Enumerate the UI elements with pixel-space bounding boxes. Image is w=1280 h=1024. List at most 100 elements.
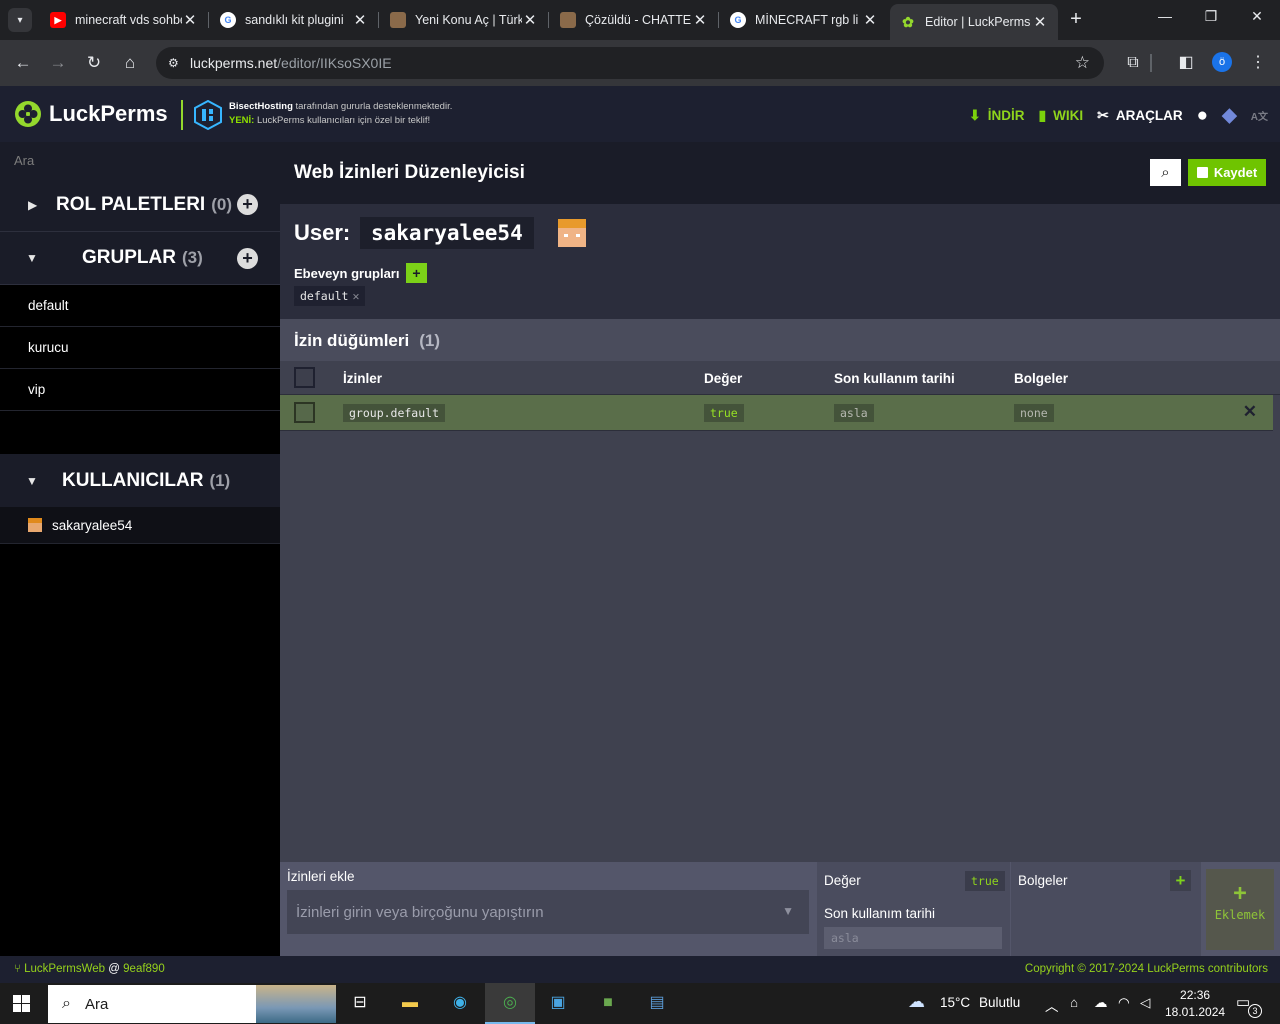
onedrive-icon[interactable]: ☁ xyxy=(1094,995,1108,1011)
weather-temp[interactable]: 15°C xyxy=(940,995,970,1010)
profile-avatar[interactable]: ö xyxy=(1212,52,1232,72)
permission-value[interactable]: true xyxy=(704,404,744,422)
edge-icon[interactable]: ◉ xyxy=(445,988,475,1018)
tab-google-1[interactable]: G sandıklı kit plugini ✕ xyxy=(210,4,378,36)
close-icon[interactable]: ✕ xyxy=(522,11,538,29)
user-label: User: xyxy=(294,220,351,245)
section-users[interactable]: ▼ KULLANICILAR (1) xyxy=(0,454,280,507)
system-clock[interactable]: 22:36 18.01.2024 xyxy=(1165,987,1225,1021)
section-role-palettes[interactable]: ▶ ROL PALETLERI (0) + xyxy=(0,178,280,232)
forward-icon[interactable]: → xyxy=(47,52,69,74)
github-link[interactable]: ● xyxy=(1197,105,1208,127)
bisecthosting-logo-icon[interactable] xyxy=(194,100,222,130)
permission-contexts[interactable]: none xyxy=(1014,404,1054,422)
task-view-icon[interactable]: ⊟ xyxy=(345,988,375,1018)
column-header-permission[interactable]: İzinler xyxy=(343,371,382,386)
extensions-icon[interactable]: ⧉ xyxy=(1122,52,1144,74)
wifi-icon[interactable]: ◠ xyxy=(1118,995,1130,1011)
close-icon[interactable]: ✕ xyxy=(1032,13,1048,31)
add-role-palette-icon[interactable]: + xyxy=(237,194,258,215)
close-icon[interactable]: ✕ xyxy=(352,11,368,29)
tab-search-button[interactable]: ▾ xyxy=(8,8,32,32)
close-icon[interactable]: ✕ xyxy=(692,11,708,29)
value-toggle[interactable]: true xyxy=(965,871,1005,891)
file-explorer-icon[interactable]: ▬ xyxy=(395,988,425,1018)
store-icon[interactable]: ▣ xyxy=(543,988,573,1018)
remove-icon[interactable]: ✕ xyxy=(352,289,359,303)
volume-icon[interactable]: ◁ xyxy=(1140,995,1150,1011)
reload-icon[interactable]: ↻ xyxy=(83,52,105,74)
windows-start-icon[interactable] xyxy=(13,995,30,1012)
add-permission-button[interactable]: + Eklemek xyxy=(1206,869,1274,950)
wiki-link[interactable]: ▮ WIKI xyxy=(1038,107,1083,124)
select-all-checkbox[interactable] xyxy=(294,367,315,388)
delete-row-icon[interactable]: ✕ xyxy=(1243,402,1257,422)
chrome-menu-icon[interactable]: ⋮ xyxy=(1247,52,1269,74)
permission-input[interactable]: İzinleri girin veya birçoğunu yapıştırın… xyxy=(287,890,809,934)
minimize-icon[interactable]: — xyxy=(1150,8,1180,24)
weather-text[interactable]: Bulutlu xyxy=(979,995,1020,1010)
tab-forum-2[interactable]: Çözüldü - CHATTE ✕ xyxy=(550,4,718,36)
permission-expiry[interactable]: asla xyxy=(834,404,874,422)
download-link[interactable]: ⬇ İNDİR xyxy=(969,107,1024,124)
language-link[interactable]: A文 xyxy=(1251,108,1268,123)
minecraft-icon[interactable]: ■ xyxy=(593,988,623,1018)
column-header-expiry[interactable]: Son kullanım tarihi xyxy=(834,371,955,386)
luckperms-logo-icon[interactable] xyxy=(14,100,42,128)
table-row[interactable]: group.default true asla none ✕ xyxy=(280,395,1273,431)
sidebar-item-user[interactable]: sakaryalee54 xyxy=(0,507,280,544)
tab-forum-1[interactable]: Yeni Konu Aç | Türkçe ✕ xyxy=(380,4,548,36)
brand-name[interactable]: LuckPerms xyxy=(49,101,168,127)
add-context-button[interactable]: + xyxy=(1170,870,1191,891)
search-icon: ⌕ xyxy=(1161,164,1170,181)
discord-link[interactable]: ◆ xyxy=(1222,104,1237,127)
cloud-icon[interactable]: ☁ xyxy=(908,992,925,1012)
tab-luckperms-active[interactable]: ✿ Editor | LuckPerms ✕ xyxy=(890,4,1058,40)
home-icon[interactable]: ⌂ xyxy=(119,52,141,74)
side-panel-icon[interactable]: ◧ xyxy=(1175,52,1197,74)
add-parent-button[interactable]: + xyxy=(406,263,427,283)
section-count: (0) xyxy=(211,194,232,214)
tab-youtube[interactable]: ▶ minecraft vds sohbet ✕ xyxy=(40,4,208,36)
sidebar-item-group[interactable]: default xyxy=(0,285,280,327)
header-nav: ⬇ İNDİR ▮ WIKI ✂ ARAÇLAR ● ◆ A文 xyxy=(955,104,1268,127)
taskbar-search[interactable]: ⌕ Ara xyxy=(48,985,336,1023)
address-bar[interactable]: ⚙ luckperms.net/editor/IIKsoSX0IE ☆ xyxy=(156,47,1104,79)
permission-node[interactable]: group.default xyxy=(343,404,446,422)
tools-icon: ✂ xyxy=(1097,107,1109,123)
permission-nodes-header: İzin düğümleri (1) xyxy=(280,319,1280,361)
tab-google-2[interactable]: G MİNECRAFT rgb li ✕ xyxy=(720,4,888,36)
close-icon[interactable]: ✕ xyxy=(182,11,198,29)
meet-icon[interactable]: ⌂ xyxy=(1070,995,1078,1010)
sponsor-text[interactable]: BisectHosting tarafından gururla destekl… xyxy=(229,100,452,128)
column-header-value[interactable]: Değer xyxy=(704,371,742,386)
section-label: ROL PALETLERI xyxy=(56,193,206,215)
sidebar-item-group[interactable]: vip xyxy=(0,369,280,411)
search-button[interactable]: ⌕ xyxy=(1150,159,1181,186)
restore-icon[interactable]: ❐ xyxy=(1196,8,1226,25)
new-tab-button[interactable]: + xyxy=(1064,8,1088,32)
sidebar-search-input[interactable]: Ara xyxy=(0,142,280,178)
version-link[interactable]: ⑂ LuckPermsWeb @ 9eaf890 xyxy=(14,963,165,975)
window-close-icon[interactable]: ✕ xyxy=(1242,8,1272,25)
bookmark-star-icon[interactable]: ☆ xyxy=(1075,53,1090,73)
add-group-icon[interactable]: + xyxy=(237,247,258,269)
tab-separator xyxy=(548,12,549,28)
back-icon[interactable]: ← xyxy=(12,52,34,74)
save-button[interactable]: Kaydet xyxy=(1188,159,1266,186)
site-info-icon[interactable]: ⚙ xyxy=(168,56,190,70)
sidebar-item-group[interactable]: kurucu xyxy=(0,327,280,369)
chevron-down-icon[interactable]: ▼ xyxy=(782,904,794,918)
chevron-up-icon[interactable]: ︿ xyxy=(1045,995,1059,1015)
close-icon[interactable]: ✕ xyxy=(862,11,878,29)
tools-link[interactable]: ✂ ARAÇLAR xyxy=(1097,107,1182,124)
section-groups[interactable]: ▼ GRUPLAR (3) + xyxy=(0,232,280,285)
copyright-link[interactable]: Copyright © 2017-2024 LuckPerms contribu… xyxy=(1025,963,1268,975)
remote-desktop-icon[interactable]: ▤ xyxy=(642,988,672,1018)
user-avatar xyxy=(558,219,586,247)
column-header-contexts[interactable]: Bolgeler xyxy=(1014,371,1068,386)
expiry-input[interactable]: asla xyxy=(824,927,1002,949)
section-label: GRUPLAR xyxy=(82,247,176,268)
chrome-icon[interactable]: ◎ xyxy=(495,988,525,1018)
row-checkbox[interactable] xyxy=(294,402,315,423)
